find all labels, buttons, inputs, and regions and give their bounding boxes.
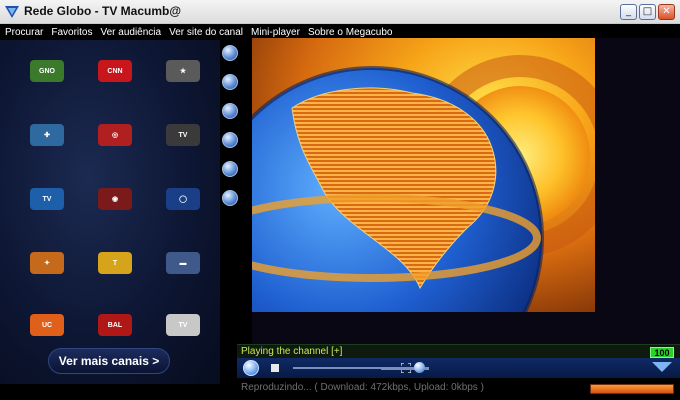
download-status: Reproduzindo... ( Download: 472kbps, Upl… — [241, 382, 484, 393]
channel-logo-oval[interactable]: ◯ — [166, 188, 200, 210]
maximize-button[interactable]: □ — [639, 4, 656, 20]
channel-logo-t[interactable]: T — [98, 252, 132, 274]
buffer-fill — [591, 385, 673, 393]
channel-logo-spark[interactable]: ✦ — [30, 252, 64, 274]
playing-status: Playing the channel [+] — [241, 346, 343, 357]
channel-panel: GNO CNN ★ ✚ ◎ TV TV ◉ ◯ ✦ T ▬ UC BAL TV Ver mais canai… — [0, 40, 220, 384]
screen-icon[interactable] — [222, 103, 238, 119]
channel-logo-cross[interactable]: ✚ — [30, 124, 64, 146]
dropdown-arrow-icon[interactable] — [652, 362, 672, 372]
channel-logo-bar[interactable]: ▬ — [166, 252, 200, 274]
app-logo-icon — [5, 6, 19, 18]
channel-logo-bal[interactable]: BAL — [98, 314, 132, 336]
minimize-button[interactable]: _ — [620, 4, 637, 20]
globe-icon[interactable] — [222, 74, 238, 90]
video-frame[interactable] — [252, 38, 595, 312]
menu-item-ver-site[interactable]: Ver site do canal — [169, 27, 243, 38]
menu-item-procurar[interactable]: Procurar — [5, 27, 43, 38]
video-side-border — [595, 38, 680, 344]
buffer-bar — [590, 384, 674, 394]
bottom-status-line: Reproduzindo... ( Download: 472kbps, Upl… — [237, 378, 680, 400]
player-controls — [237, 358, 680, 378]
info-icon[interactable] — [222, 132, 238, 148]
channel-logo-globe[interactable]: TV — [30, 188, 64, 210]
add-icon[interactable] — [222, 161, 238, 177]
title-bar: Rede Globo - TV Macumb@ _ □ ✕ — [0, 0, 680, 24]
volume-knob[interactable] — [414, 362, 426, 373]
stop-button[interactable] — [271, 364, 279, 372]
channel-logo-ring[interactable]: ◎ — [98, 124, 132, 146]
remove-icon[interactable] — [222, 190, 238, 206]
channel-logo-tv[interactable]: TV — [166, 124, 200, 146]
play-button[interactable] — [243, 360, 259, 376]
window-title: Rede Globo - TV Macumb@ — [24, 4, 182, 18]
volume-badge: 100 — [650, 347, 674, 358]
more-channels-button[interactable]: Ver mais canais > — [48, 348, 170, 374]
video-bottom-border — [252, 312, 595, 344]
status-bar: Playing the channel [+] 100 — [237, 344, 680, 358]
side-controls — [220, 40, 252, 344]
channel-logo-star[interactable]: ★ — [166, 60, 200, 82]
menu-item-favoritos[interactable]: Favoritos — [51, 27, 92, 38]
video-image — [252, 38, 595, 312]
channel-logo-cnn[interactable]: CNN — [98, 60, 132, 82]
menu-item-mini-player[interactable]: Mini-player — [251, 27, 300, 38]
menu-item-sobre[interactable]: Sobre o Megacubo — [308, 27, 393, 38]
channel-logo-dot[interactable]: ◉ — [98, 188, 132, 210]
channel-logo-green[interactable]: GNO — [30, 60, 64, 82]
fullscreen-icon[interactable] — [401, 363, 411, 373]
forward-icon[interactable] — [222, 45, 238, 61]
close-button[interactable]: ✕ — [658, 4, 675, 20]
menu-item-ver-audiencia[interactable]: Ver audiência — [100, 27, 161, 38]
left-bottom-bar — [0, 384, 237, 400]
seek-track[interactable] — [293, 367, 389, 369]
channel-logo-uc[interactable]: UC — [30, 314, 64, 336]
channel-logo-white[interactable]: TV — [166, 314, 200, 336]
